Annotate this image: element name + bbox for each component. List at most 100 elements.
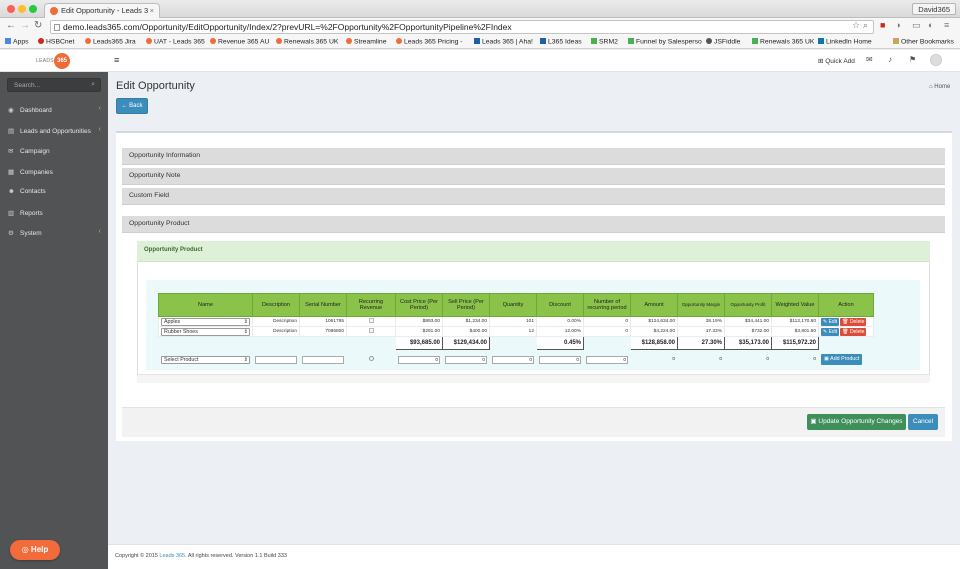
bookmark-label: L365 Ideas — [548, 38, 582, 46]
bookmark-item[interactable]: Apps — [5, 38, 29, 46]
new-periods-input[interactable]: 0 — [586, 355, 628, 364]
bookmark-item[interactable]: Leads 365 Pricing - — [396, 38, 463, 46]
browser-tab[interactable]: Edit Opportunity - Leads 3 × — [44, 3, 160, 18]
empty-cell — [490, 337, 537, 350]
cast-icon[interactable]: ▭ — [912, 20, 921, 31]
bell-icon[interactable]: ♪ — [888, 55, 892, 64]
update-opportunity-button[interactable]: ▣ Update Opportunity Changes — [807, 414, 906, 430]
edit-button[interactable]: ✎ Edit — [821, 327, 840, 336]
delete-button[interactable]: 🗑 Delete — [840, 317, 867, 326]
sidebar-toggle-icon[interactable]: ≡ — [114, 55, 119, 65]
bookmark-item[interactable]: Funnel by Salesperso — [628, 38, 702, 46]
sidebar-item-label: Contacts — [20, 188, 46, 195]
bookmark-item[interactable]: JSFiddle — [706, 38, 740, 46]
product-select[interactable]: Apples ⇕ — [161, 317, 250, 326]
quick-add-button[interactable]: ⊞ Quick Add — [818, 57, 855, 65]
forward-arrow-icon[interactable]: → — [20, 20, 30, 31]
bookmark-item[interactable]: Streamline — [346, 38, 387, 46]
bookmark-item[interactable]: SRM2 — [591, 38, 618, 46]
new-description-cell — [253, 354, 300, 366]
new-discount-cell: 0 — [537, 354, 584, 366]
new-cost-input[interactable]: 0 — [398, 355, 440, 364]
recurring-cell — [346, 316, 396, 327]
reload-icon[interactable]: ↻ — [34, 20, 42, 31]
sidebar-item-companies[interactable]: ▦ Companies — [0, 165, 108, 179]
actions-cell: ✎ Edit 🗑 Delete — [818, 326, 874, 337]
section-opportunity-product[interactable]: Opportunity Product — [122, 216, 945, 233]
bookmark-item[interactable]: L365 Ideas — [540, 38, 582, 46]
breadcrumb[interactable]: ⌂ Home — [929, 84, 950, 90]
company-link[interactable]: Leads 365 — [159, 553, 185, 559]
sidebar-item-reports[interactable]: ▥ Reports — [0, 206, 108, 220]
section-custom-field[interactable]: Custom Field — [122, 188, 945, 205]
new-recurring-toggle[interactable] — [368, 356, 374, 361]
bookmark-label: JSFiddle — [714, 38, 741, 46]
new-quantity-input[interactable]: 0 — [492, 355, 534, 364]
new-product-select[interactable]: Select Product ⇕ — [161, 355, 250, 364]
hsbc-icon — [38, 38, 44, 44]
totals-row: $93,685.00 $129,434.00 0.45% $128,858.00… — [159, 336, 874, 350]
mail-icon[interactable]: ✉ — [866, 55, 873, 64]
section-opportunity-information[interactable]: Opportunity Information — [122, 148, 945, 165]
profit-cell: $34,441.00 — [724, 316, 772, 327]
new-amount-cell: 0 — [672, 357, 675, 362]
close-window-icon[interactable] — [7, 5, 15, 13]
maximize-window-icon[interactable] — [29, 5, 37, 13]
bookmark-star-icon[interactable]: ☆ — [852, 20, 860, 31]
product-table: Name Description Serial Number Recurring… — [158, 293, 874, 366]
sidebar-search-input[interactable]: Search... ⌕ — [7, 78, 101, 92]
flag-icon[interactable]: ⚑ — [909, 55, 916, 64]
sidebar-item-campaign[interactable]: ✉ Campaign — [0, 144, 108, 158]
sidebar-item-contacts[interactable]: ☻ Contacts — [0, 185, 108, 199]
serial-cell: 1061795 — [299, 316, 347, 327]
bookmark-item[interactable]: Renewals 365 UK — [276, 38, 338, 46]
jsfiddle-icon — [706, 38, 712, 44]
extension-icon[interactable]: ◐ — [928, 20, 933, 30]
new-sell-input[interactable]: 0 — [445, 355, 487, 364]
new-profit-cell: 0 — [766, 357, 769, 362]
edit-button[interactable]: ✎ Edit — [821, 317, 840, 326]
copyright-suffix: . All rights reserved. Version 1.1 Build… — [185, 553, 287, 559]
product-select-value: Rubber Shoes — [164, 328, 198, 335]
add-product-button[interactable]: ▣ Add Product — [821, 354, 863, 365]
recurring-checkbox[interactable] — [368, 328, 374, 333]
total-sell: $129,434.00 — [442, 336, 490, 350]
zoom-search-icon[interactable]: ⌕ — [863, 20, 868, 31]
minimize-window-icon[interactable] — [18, 5, 26, 13]
back-arrow-icon[interactable]: ← — [6, 20, 16, 31]
sidebar-item-system[interactable]: ⚙ System ‹ — [0, 226, 108, 240]
new-periods-cell: 0 — [584, 354, 631, 366]
sidebar-item-dashboard[interactable]: ◉ Dashboard ‹ — [0, 103, 108, 117]
bookmark-item[interactable]: HSBCnet — [38, 38, 74, 46]
bookmark-item[interactable]: Renewals 365 UK — [752, 38, 814, 46]
section-opportunity-note[interactable]: Opportunity Note — [122, 168, 945, 185]
quantity-cell: 12 — [489, 326, 537, 337]
extension-icon[interactable]: ◗ — [896, 20, 901, 30]
browser-user-button[interactable]: David365 — [912, 3, 956, 15]
back-button[interactable]: ← Back — [116, 98, 148, 114]
search-icon[interactable]: ⌕ — [91, 81, 95, 89]
bookmark-item[interactable]: Leads365 Jira — [85, 38, 136, 46]
delete-button[interactable]: 🗑 Delete — [840, 327, 867, 336]
sidebar-item-leads-and-opportunities[interactable]: ▤ Leads and Opportunities ‹ — [0, 124, 108, 138]
new-description-input[interactable] — [255, 355, 297, 364]
avatar[interactable] — [930, 54, 942, 66]
help-button[interactable]: ◎ Help — [10, 540, 60, 560]
new-discount-input[interactable]: 0 — [539, 355, 581, 364]
extension-icon[interactable]: ■ — [880, 20, 885, 30]
recurring-checkbox[interactable] — [368, 318, 374, 323]
bookmark-item[interactable]: LinkedIn Home — [818, 38, 872, 46]
address-bar[interactable]: demo.leads365.com/Opportunity/EditOpport… — [50, 20, 874, 34]
bookmark-item[interactable]: Leads 365 | Aha! — [474, 38, 533, 46]
tab-close-icon[interactable]: × — [150, 6, 154, 15]
discount-cell: 12.00% — [536, 326, 584, 337]
bookmark-item[interactable]: Other Bookmarks — [893, 38, 954, 46]
app-logo[interactable]: LEADS 365 — [0, 50, 108, 72]
product-select[interactable]: Rubber Shoes ⇕ — [161, 327, 250, 336]
cancel-button[interactable]: Cancel — [908, 414, 938, 430]
bookmark-item[interactable]: Revenue 365 AU — [210, 38, 269, 46]
bookmark-item[interactable]: UAT - Leads 365 — [146, 38, 205, 46]
browser-menu-icon[interactable]: ≡ — [944, 20, 949, 30]
gear-icon: ⚙ — [8, 230, 14, 237]
new-serial-input[interactable] — [302, 355, 344, 364]
